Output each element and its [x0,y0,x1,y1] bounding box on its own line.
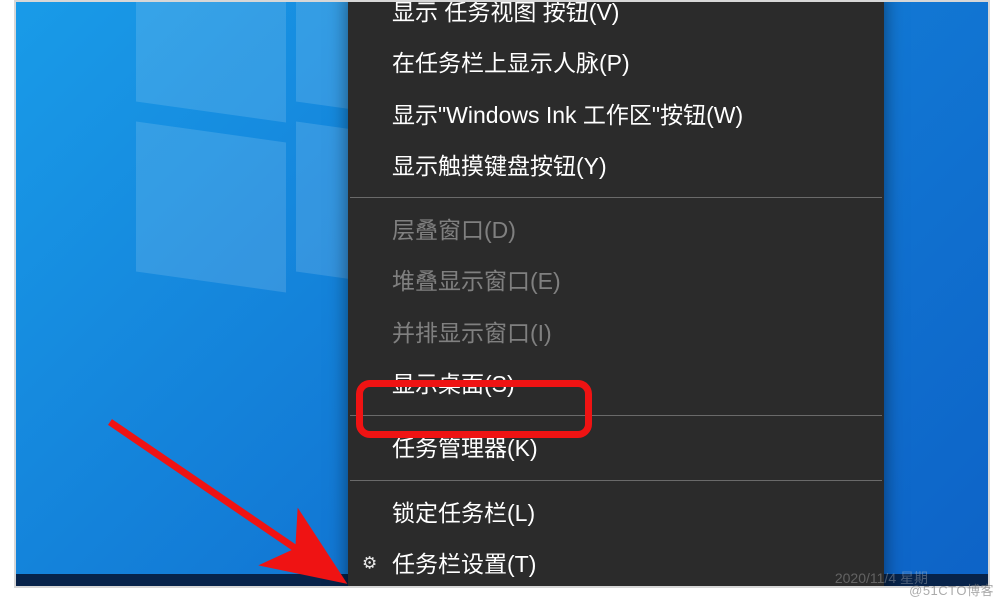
menu-item-lock-taskbar[interactable]: 锁定任务栏(L) [348,487,884,538]
menu-separator [350,415,882,416]
menu-item-show-people[interactable]: 在任务栏上显示人脉(P) [348,37,884,88]
taskbar-context-menu: 显示 任务视图 按钮(V) 在任务栏上显示人脉(P) 显示"Windows In… [348,0,884,588]
menu-item-label: 任务栏设置(T) [392,551,536,577]
menu-separator [350,480,882,481]
menu-item-stack-windows: 堆叠显示窗口(E) [348,255,884,306]
menu-item-show-task-view[interactable]: 显示 任务视图 按钮(V) [348,0,884,37]
annotation-arrow [100,412,360,588]
menu-item-taskbar-settings[interactable]: ⚙ 任务栏设置(T) [348,538,884,588]
menu-item-show-desktop[interactable]: 显示桌面(S) [348,358,884,409]
menu-item-show-ink-workspace[interactable]: 显示"Windows Ink 工作区"按钮(W) [348,89,884,140]
menu-item-side-by-side: 并排显示窗口(I) [348,307,884,358]
gear-icon: ⚙ [362,554,377,573]
menu-item-show-touch-keyboard[interactable]: 显示触摸键盘按钮(Y) [348,140,884,191]
menu-separator [350,197,882,198]
screenshot-frame: 显示 任务视图 按钮(V) 在任务栏上显示人脉(P) 显示"Windows In… [14,0,990,588]
menu-item-cascade-windows: 层叠窗口(D) [348,204,884,255]
source-watermark: @51CTO博客 [909,580,994,599]
windows-logo-watermark [16,2,356,342]
menu-item-task-manager[interactable]: 任务管理器(K) [348,422,884,473]
